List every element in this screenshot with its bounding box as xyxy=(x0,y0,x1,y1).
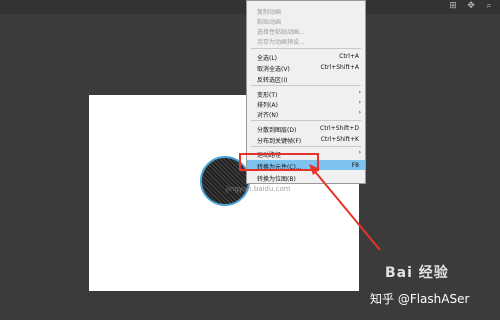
watermark-baidu: Bai 经验 xyxy=(385,265,449,281)
arrow-head xyxy=(309,164,320,175)
watermark-site: jingyan.baidu.com xyxy=(226,185,291,193)
watermark-zhihu: 知乎 @FlashASer xyxy=(370,292,470,306)
arrow-line xyxy=(311,167,381,251)
